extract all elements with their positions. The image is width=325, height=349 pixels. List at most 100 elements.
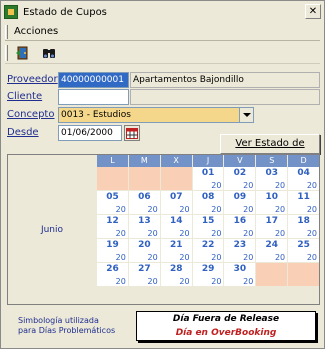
calendar-empty-cell	[160, 167, 192, 190]
calendar-day-count: 20	[274, 205, 286, 214]
calendar-day-count: 20	[179, 277, 190, 286]
calendar-day-count: 20	[243, 277, 254, 286]
calendar-day-cell[interactable]: 30 20	[224, 263, 256, 286]
toolbar-grip	[5, 44, 8, 61]
calendar-day-count: 20	[274, 181, 286, 190]
calendar-day-header: D	[288, 155, 320, 167]
menu-acciones[interactable]: Acciones	[11, 25, 61, 38]
calendar-day-number: 30	[233, 264, 247, 274]
calendar-day-cell[interactable]: 11 20	[288, 191, 320, 214]
calendar-day-number: 13	[138, 216, 151, 226]
month-label: Junio	[40, 224, 64, 235]
calendar-day-cell[interactable]: 05 20	[97, 191, 128, 214]
legend-fuera-release: Día Fuera de Release	[172, 314, 280, 324]
calendar-day-cell[interactable]: 19 20	[97, 239, 128, 262]
calendar-day-count: 20	[179, 253, 190, 262]
calendar-day-number: 25	[297, 240, 310, 250]
calendar-day-cell[interactable]: 01 20	[192, 167, 224, 190]
calendar-day-cell[interactable]: 18 20	[288, 215, 320, 238]
calendar-day-cell[interactable]: 04 20	[288, 167, 320, 190]
calendar-day-number: 28	[169, 264, 183, 274]
calendar-day-cell[interactable]: 06 20	[128, 191, 160, 214]
calendar-week: 26 20 27 20 28 20 29 20 30 20	[97, 263, 320, 287]
calendar-day-count: 20	[274, 253, 286, 262]
calendar-day-number: 02	[233, 168, 247, 178]
calendar-day-cell[interactable]: 16 20	[224, 215, 256, 238]
legend-label-line1: Simbología utilizada	[18, 316, 99, 325]
concepto-label-text: Concepto	[7, 109, 55, 120]
calendar-day-cell[interactable]: 02 20	[224, 167, 256, 190]
calendar-day-cell[interactable]: 21 20	[160, 239, 192, 262]
calendar-picker-button[interactable]	[124, 125, 140, 141]
calendar-week: 01 20 02 20 03 20 04 20	[97, 167, 320, 191]
exit-button[interactable]	[12, 43, 34, 62]
calendar-day-cell[interactable]: 03 20	[256, 167, 288, 190]
calendar-day-count: 20	[115, 277, 126, 286]
calendar-empty-cell	[97, 167, 128, 190]
calendar-day-cell[interactable]: 29 20	[192, 263, 224, 286]
calendar-day-count: 20	[211, 277, 222, 286]
calendar-day-cell[interactable]: 20 20	[128, 239, 160, 262]
search-button[interactable]	[38, 43, 60, 62]
calendar-day-cell[interactable]: 09 20	[224, 191, 256, 214]
calendar-day-header: X	[160, 155, 192, 167]
ver-estado-button[interactable]: Ver Estado de Cupos	[220, 134, 320, 167]
proveedor-name-field: Apartamentos Bajondillo	[130, 72, 320, 88]
calendar-day-cell[interactable]: 27 20	[128, 263, 160, 286]
concepto-label: Concepto	[7, 109, 54, 120]
cliente-name-field	[130, 89, 320, 105]
binoculars-icon	[43, 48, 55, 58]
toolbar	[5, 42, 320, 64]
calendar-day-number: 01	[201, 168, 215, 178]
legend-label-line2: para Días Problemáticos	[18, 326, 116, 335]
chevron-down-icon[interactable]	[239, 108, 253, 122]
calendar-day-number: 18	[297, 216, 310, 226]
calendar-day-cell[interactable]: 23 20	[224, 239, 256, 262]
cliente-code-field[interactable]	[58, 89, 129, 105]
desde-date-field[interactable]: 01/06/2000	[58, 125, 122, 141]
calendar-day-cell[interactable]: 22 20	[192, 239, 224, 262]
legend-label: Simbología utilizada para Días Problemát…	[18, 316, 115, 336]
window-title: Estado de Cupos	[23, 6, 107, 18]
calendar-day-header: J	[192, 155, 224, 167]
calendar-day-cell[interactable]: 17 20	[256, 215, 288, 238]
legend-overbooking: Día en OverBooking	[175, 328, 277, 338]
calendar-day-cell[interactable]: 10 20	[256, 191, 288, 214]
proveedor-code-field[interactable]: 40000000001	[58, 72, 129, 88]
calendar-day-count: 20	[115, 229, 126, 238]
calendar-day-cell[interactable]: 24 20	[256, 239, 288, 262]
calendar-day-cell[interactable]: 08 20	[192, 191, 224, 214]
calendar-week: 12 20 13 20 14 20 15 20 16 20 17 20 18 20	[97, 215, 320, 239]
calendar-day-cell[interactable]: 28 20	[160, 263, 192, 286]
proveedor-label: Proveedor	[7, 74, 58, 85]
calendar-day-count: 20	[306, 205, 318, 214]
calendar-day-number: 11	[297, 192, 310, 202]
calendar-icon	[126, 128, 138, 139]
calendar-day-cell[interactable]: 12 20	[97, 215, 128, 238]
close-button[interactable]: ✕	[305, 4, 321, 19]
calendar-day-cell[interactable]: 25 20	[288, 239, 320, 262]
title-bar[interactable]: Estado de Cupos ✕	[1, 1, 324, 23]
calendar-day-cell[interactable]: 14 20	[160, 215, 192, 238]
calendar-day-count: 20	[306, 253, 318, 262]
calendar-day-count: 20	[211, 181, 222, 190]
calendar-grid: LMXJVSD 01 20 02 20 03 20 04 20 05 20 06 20 07 20 08 20…	[97, 155, 320, 287]
calendar-empty-cell	[288, 263, 320, 286]
calendar-empty-cell	[128, 167, 160, 190]
calendar-day-number: 27	[138, 264, 151, 274]
calendar-day-cell[interactable]: 07 20	[160, 191, 192, 214]
calendar-day-cell[interactable]: 13 20	[128, 215, 160, 238]
calendar-day-count: 20	[115, 205, 126, 214]
calendar-day-cell[interactable]: 26 20	[97, 263, 128, 286]
calendar-day-count: 20	[147, 277, 158, 286]
calendar-day-number: 24	[265, 240, 279, 250]
calendar-day-count: 20	[179, 205, 190, 214]
concepto-select[interactable]: 0013 - Estudios	[58, 107, 254, 123]
calendar-day-number: 08	[201, 192, 215, 202]
calendar-day-cell[interactable]: 15 20	[192, 215, 224, 238]
calendar-day-count: 20	[243, 229, 254, 238]
calendar-day-number: 22	[201, 240, 215, 250]
calendar-day-count: 20	[243, 205, 254, 214]
calendar-day-count: 20	[211, 205, 222, 214]
calendar-day-count: 20	[211, 229, 222, 238]
